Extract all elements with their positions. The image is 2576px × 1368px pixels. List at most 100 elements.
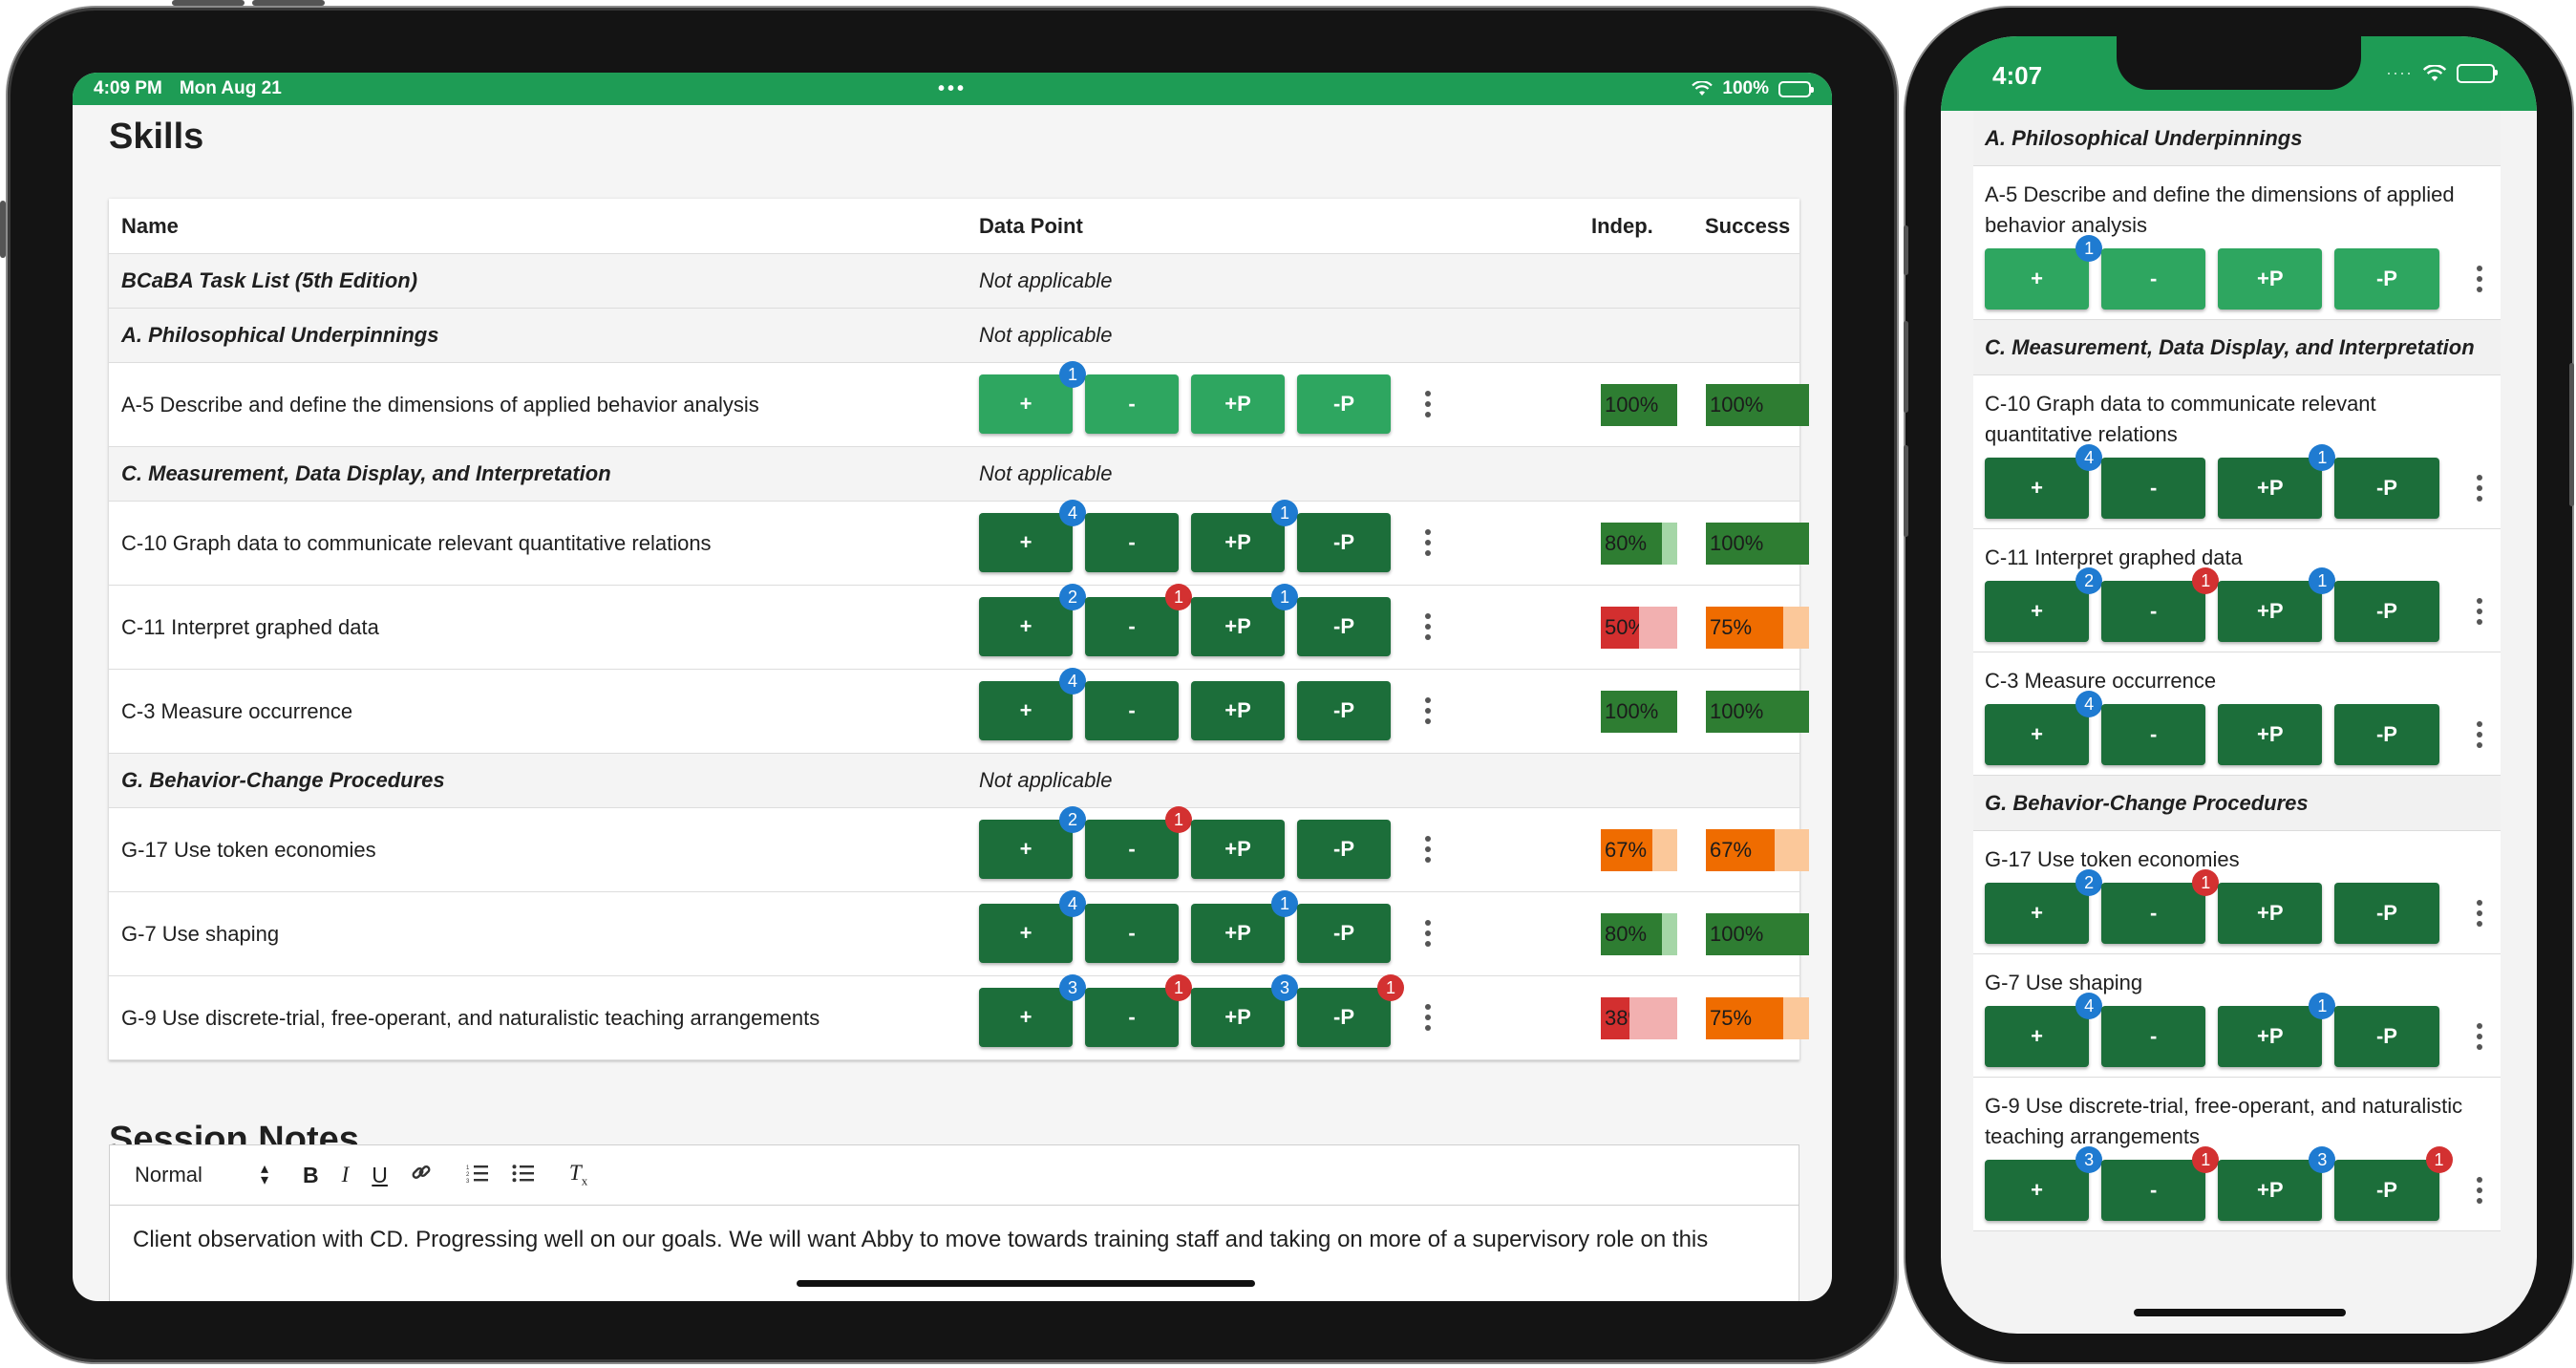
minus-p-button[interactable]: -P [2334, 458, 2439, 519]
more-options-icon[interactable] [1418, 613, 1437, 640]
minus-button[interactable]: - [1085, 374, 1179, 434]
skill-name: C-11 Interpret graphed data [1985, 545, 2243, 569]
plus-button[interactable]: +2 [1985, 869, 2103, 944]
minus-p-button[interactable]: -P [1297, 597, 1391, 656]
more-options-icon[interactable] [1418, 920, 1437, 947]
more-options-icon[interactable] [2471, 475, 2489, 502]
minus-p-button[interactable]: -P 1 [1297, 974, 1404, 1047]
minus-p-button[interactable]: -P [2334, 581, 2439, 642]
format-select[interactable]: Normal ▴ ▾ [135, 1162, 268, 1188]
underline-icon[interactable]: U [372, 1163, 388, 1188]
plus-p-button[interactable]: +P [2218, 704, 2323, 765]
ordered-list-icon[interactable]: 123 [466, 1163, 489, 1188]
minus-button[interactable]: -1 [1085, 584, 1192, 656]
minus-button[interactable]: -1 [1085, 974, 1192, 1047]
minus-p-button[interactable]: -P [2334, 248, 2439, 310]
minus-p-button[interactable]: -P 1 [2334, 1146, 2453, 1221]
plus-button[interactable]: +4 [1985, 993, 2103, 1067]
notes-text[interactable]: Client observation with CD. Progressing … [110, 1206, 1799, 1274]
plus-button[interactable]: +4 [1985, 444, 2103, 519]
italic-icon[interactable]: I [342, 1163, 350, 1187]
plus-p-button[interactable]: +P 1 [2218, 444, 2336, 519]
plus-p-button[interactable]: +P [1191, 374, 1285, 434]
button-label: -P [2375, 476, 2397, 500]
plus-p-button[interactable]: +P 1 [2218, 567, 2336, 642]
button-label: - [2150, 476, 2158, 500]
plus-button[interactable]: +4 [1985, 691, 2103, 765]
more-options-icon[interactable] [2471, 900, 2489, 927]
bold-icon[interactable]: B [303, 1163, 319, 1188]
plus-p-button[interactable]: +P [1191, 820, 1285, 879]
minus-p-button[interactable]: -P [1297, 681, 1391, 740]
minus-button[interactable]: - [2101, 458, 2206, 519]
minus-p-button[interactable]: -P [1297, 820, 1391, 879]
minus-button[interactable]: - [2101, 248, 2206, 310]
plus-button[interactable]: +1 [979, 361, 1086, 434]
progress-track [1662, 523, 1677, 565]
plus-button[interactable]: +2 [979, 584, 1086, 656]
plus-button[interactable]: +3 [1985, 1146, 2103, 1221]
minus-p-button[interactable]: -P [2334, 704, 2439, 765]
plus-p-button[interactable]: +P [1191, 681, 1285, 740]
clear-format-icon[interactable]: Tx [569, 1161, 587, 1189]
button-label: - [2150, 1024, 2158, 1048]
more-options-icon[interactable] [1418, 529, 1437, 556]
group-row: G. Behavior-Change Procedures [1973, 776, 2501, 831]
progress-fill: 38% [1601, 997, 1647, 1039]
plus-button[interactable]: +1 [1985, 235, 2103, 310]
more-options-icon[interactable] [2471, 266, 2489, 292]
minus-button[interactable]: - [2101, 1006, 2206, 1067]
minus-button[interactable]: - [1085, 681, 1179, 740]
button-label: +P [1224, 614, 1251, 638]
minus-button[interactable]: - [1085, 513, 1179, 572]
minus-p-button[interactable]: -P [1297, 513, 1391, 572]
progress-label: 67% [1605, 838, 1648, 862]
more-options-icon[interactable] [2471, 1177, 2489, 1204]
notch [2117, 36, 2361, 90]
minus-button[interactable]: -1 [2101, 1146, 2220, 1221]
plus-button[interactable]: +4 [979, 668, 1086, 740]
more-options-icon[interactable] [1418, 1004, 1437, 1031]
multitasking-dots-icon[interactable]: ••• [938, 78, 967, 100]
battery-percent: 100% [1722, 78, 1769, 98]
minus-p-button[interactable]: -P [1297, 904, 1391, 963]
minus-button[interactable]: -1 [2101, 869, 2220, 944]
link-icon[interactable] [411, 1162, 432, 1188]
plus-p-button[interactable]: +P [2218, 883, 2323, 944]
more-options-icon[interactable] [1418, 697, 1437, 724]
plus-p-button[interactable]: +P 3 [1191, 974, 1298, 1047]
more-options-icon[interactable] [1418, 836, 1437, 863]
minus-button[interactable]: -1 [1085, 806, 1192, 879]
minus-button[interactable]: - [1085, 904, 1179, 963]
button-label: +P [2257, 599, 2284, 623]
more-options-icon[interactable] [2471, 598, 2489, 625]
success-progress-bar: 100% [1706, 523, 1809, 565]
plus-button[interactable]: +4 [979, 890, 1086, 963]
plus-button[interactable]: +2 [979, 806, 1086, 879]
plus-p-button[interactable]: +P 1 [1191, 500, 1298, 572]
plus-button[interactable]: +4 [979, 500, 1086, 572]
plus-button[interactable]: +2 [1985, 567, 2103, 642]
button-label: -P [2375, 901, 2397, 925]
plus-p-button[interactable]: +P 1 [1191, 890, 1298, 963]
minus-button[interactable]: -1 [2101, 567, 2220, 642]
plus-button[interactable]: +3 [979, 974, 1086, 1047]
more-options-icon[interactable] [2471, 1023, 2489, 1050]
plus-p-button[interactable]: +P 1 [1191, 584, 1298, 656]
minus-p-button[interactable]: -P [2334, 883, 2439, 944]
plus-p-button[interactable]: +P 1 [2218, 993, 2336, 1067]
minus-p-button[interactable]: -P [2334, 1006, 2439, 1067]
skill-name: A-5 Describe and define the dimensions o… [121, 392, 759, 417]
progress-fill: 80% [1601, 523, 1662, 565]
skill-name: C-10 Graph data to communicate relevant … [121, 530, 712, 555]
count-badge: 2 [1059, 806, 1086, 833]
plus-p-button[interactable]: +P [2218, 248, 2323, 310]
minus-p-button[interactable]: -P [1297, 374, 1391, 434]
plus-p-button[interactable]: +P 3 [2218, 1146, 2336, 1221]
progress-label: 100% [1710, 922, 1764, 946]
bullet-list-icon[interactable] [512, 1163, 535, 1188]
data-point-buttons: +1 - +P -P [1985, 235, 2489, 310]
more-options-icon[interactable] [1418, 391, 1437, 417]
more-options-icon[interactable] [2471, 721, 2489, 748]
minus-button[interactable]: - [2101, 704, 2206, 765]
